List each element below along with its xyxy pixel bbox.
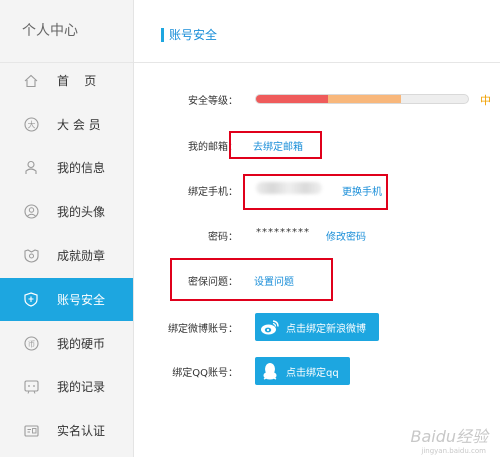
security-level-fill-orange	[328, 95, 401, 103]
password-value: *********	[256, 227, 310, 238]
highlight-box-phone	[243, 174, 388, 210]
security-level-label: 安全等级：	[188, 96, 238, 107]
security-level-fill-red	[256, 95, 328, 103]
weibo-label: 绑定微博账号：	[168, 324, 238, 335]
sidebar-item-coins[interactable]: 币 我的硬币	[0, 322, 133, 365]
bind-weibo-label: 点击绑定新浪微博	[286, 323, 366, 335]
sidebar-item-realname[interactable]: 实名认证	[0, 409, 133, 452]
sidebar-item-label: 我的记录	[57, 380, 106, 394]
email-label: 我的邮箱：	[188, 142, 238, 153]
qq-label: 绑定QQ账号：	[172, 368, 238, 379]
password-label: 密码：	[208, 232, 238, 243]
svg-text:币: 币	[27, 340, 35, 349]
bind-qq-label: 点击绑定qq	[286, 367, 339, 379]
sidebar-title: 个人中心	[0, 0, 133, 63]
security-level-value: 中	[480, 94, 491, 107]
sidebar-item-vip[interactable]: 大 大 会 员	[0, 103, 133, 146]
id-card-icon	[23, 423, 39, 439]
medal-icon	[23, 248, 39, 264]
sidebar-item-label: 实名认证	[57, 424, 106, 438]
shield-icon	[23, 292, 39, 308]
baidu-watermark-logo: Baidu经验	[410, 427, 488, 446]
coin-icon: 币	[23, 336, 39, 352]
svg-text:大: 大	[27, 120, 35, 130]
highlight-box-email	[229, 131, 322, 159]
sidebar-item-records[interactable]: 我的记录	[0, 365, 133, 408]
page-title: 账号安全	[169, 28, 218, 42]
avatar-icon	[23, 204, 39, 220]
sidebar-item-security[interactable]: 账号安全	[0, 278, 133, 321]
weibo-icon	[259, 316, 281, 338]
highlight-box-question	[170, 258, 333, 301]
bind-qq-button[interactable]: 点击绑定qq	[255, 357, 350, 385]
title-accent-bar	[161, 28, 164, 42]
user-info-icon	[23, 160, 39, 176]
home-icon	[23, 73, 39, 89]
vip-icon: 大	[23, 117, 39, 133]
record-icon	[23, 379, 39, 395]
sidebar-item-label: 我的信息	[57, 161, 106, 175]
sidebar-item-label: 成就勋章	[57, 249, 106, 263]
sidebar-item-label: 大 会 员	[57, 118, 101, 132]
sidebar-item-label: 账号安全	[57, 293, 106, 307]
sidebar-item-label: 我的硬币	[57, 337, 106, 351]
content-header: 账号安全	[134, 0, 500, 63]
sidebar-item-info[interactable]: 我的信息	[0, 146, 133, 189]
baidu-watermark-url: jingyan.baidu.com	[421, 447, 486, 455]
sidebar-item-medal[interactable]: 成就勋章	[0, 234, 133, 277]
sidebar-item-label: 我的头像	[57, 205, 106, 219]
security-level-bar	[255, 94, 469, 104]
sidebar-item-label: 首 页	[57, 74, 97, 88]
phone-label: 绑定手机：	[188, 187, 238, 198]
change-password-link[interactable]: 修改密码	[326, 228, 366, 243]
qq-penguin-icon	[259, 360, 281, 382]
sidebar-item-home[interactable]: 首 页	[0, 59, 133, 102]
bind-weibo-button[interactable]: 点击绑定新浪微博	[255, 313, 379, 341]
sidebar-item-avatar[interactable]: 我的头像	[0, 190, 133, 233]
